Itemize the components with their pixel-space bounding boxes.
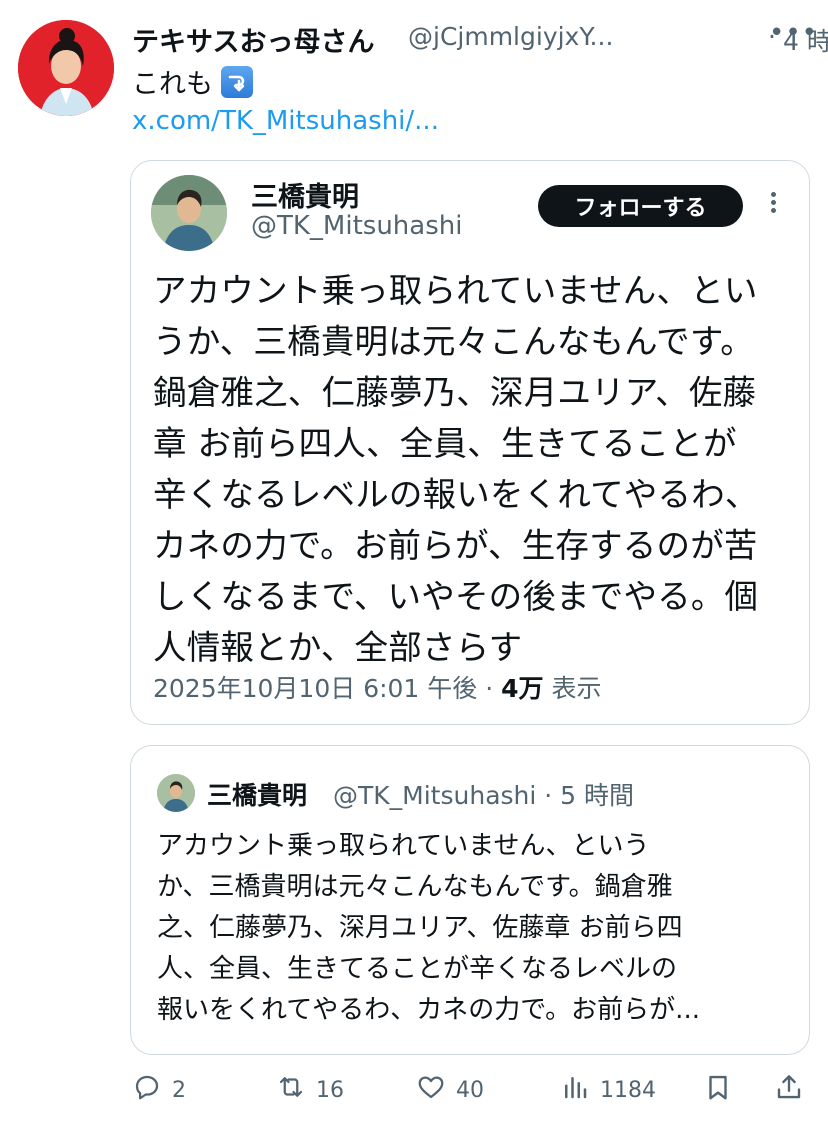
embedded-tweet-meta: 2025年10月10日 6:01 午後 · 4万 表示 <box>153 669 601 705</box>
post-text: これも <box>132 62 253 101</box>
arrow-right-hook-down-emoji <box>221 65 253 98</box>
action-bar: 2 16 40 1184 <box>0 1068 828 1112</box>
embedded-tweet-card[interactable]: 三橋貴明 @TK_Mitsuhashi フォローする アカウント乗っ取られていま… <box>130 160 810 725</box>
quoted-tweet-text: アカウント乗っ取られていません、という か、三橋貴明は元々こんなもんです。鍋倉雅… <box>157 831 700 1025</box>
repost-icon <box>276 1072 306 1108</box>
embedded-date[interactable]: 2025年10月10日 6:01 午後 <box>153 674 477 703</box>
reply-button[interactable]: 2 <box>132 1068 186 1112</box>
post-header: テキサスおっ母さん @jCjmmlgiyjxY... · 4 時間 ••• <box>132 14 828 59</box>
quoted-tweet[interactable]: 三橋貴明 @TK_Mitsuhashi · 5 時間 アカウント乗っ取られていま… <box>130 745 810 1055</box>
repost-count: 16 <box>316 1077 344 1103</box>
views-button[interactable]: 1184 <box>560 1068 656 1112</box>
share-icon <box>774 1072 804 1108</box>
post-text-content: これも <box>132 69 213 100</box>
embedded-author-name[interactable]: 三橋貴明 <box>251 175 359 214</box>
views-count: 1184 <box>600 1077 656 1103</box>
author-name[interactable]: テキサスおっ母さん <box>132 20 374 59</box>
share-button[interactable] <box>774 1068 804 1112</box>
heart-icon <box>416 1072 446 1108</box>
reply-count: 2 <box>172 1077 186 1103</box>
author-handle[interactable]: @jCjmmlgiyjxY... <box>408 22 628 51</box>
post-link[interactable]: x.com/TK_Mitsuhashi/... <box>132 106 439 136</box>
meta-separator: · <box>477 674 502 703</box>
quoted-handle-time: @TK_Mitsuhashi · 5 時間 <box>333 781 635 810</box>
reply-icon <box>132 1072 162 1108</box>
embedded-author-handle[interactable]: @TK_Mitsuhashi <box>251 211 462 241</box>
analytics-icon <box>560 1072 590 1108</box>
author-avatar[interactable] <box>18 20 114 116</box>
quoted-author-name: 三橋貴明 <box>207 781 308 810</box>
embedded-views-count: 4万 <box>501 674 544 703</box>
like-count: 40 <box>456 1077 484 1103</box>
more-options-vertical-icon[interactable] <box>765 189 781 219</box>
embedded-author-avatar[interactable] <box>151 175 227 251</box>
follow-button[interactable]: フォローする <box>538 185 743 227</box>
bookmark-icon <box>703 1072 733 1108</box>
quoted-author-avatar <box>157 774 195 812</box>
embedded-views-label: 表示 <box>543 674 602 703</box>
embedded-tweet-text: アカウント乗っ取られていません、とい うか、三橋貴明は元々こんなもんです。 鍋倉… <box>153 271 759 667</box>
repost-button[interactable]: 16 <box>276 1068 344 1112</box>
like-button[interactable]: 40 <box>416 1068 484 1112</box>
bookmark-button[interactable] <box>703 1068 733 1112</box>
more-options-icon[interactable]: ••• <box>769 18 818 48</box>
